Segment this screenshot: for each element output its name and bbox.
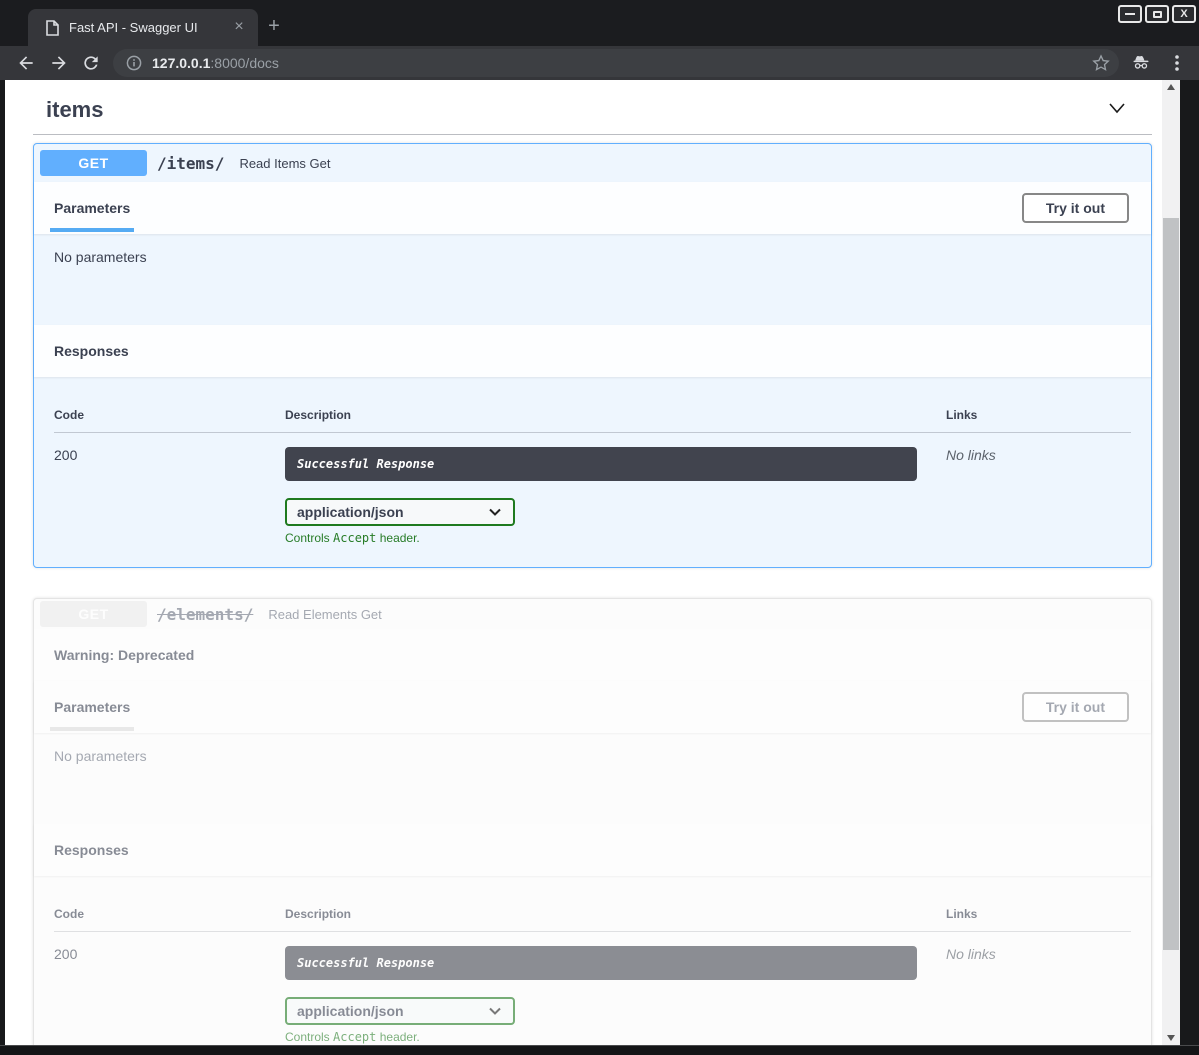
operation-path: /items/	[157, 154, 224, 173]
close-button[interactable]: X	[1172, 5, 1196, 23]
try-it-out-button[interactable]: Try it out	[1022, 692, 1129, 722]
scroll-up-button[interactable]	[1162, 80, 1180, 94]
code-column-header: Code	[54, 408, 285, 422]
response-description: Successful Response	[297, 457, 434, 471]
no-parameters-text: No parameters	[34, 733, 1151, 824]
window-border-bottom	[0, 1045, 1199, 1055]
chevron-down-icon[interactable]	[1106, 97, 1128, 124]
maximize-button[interactable]	[1145, 5, 1169, 23]
browser-menu-button[interactable]	[1168, 53, 1186, 73]
responses-header: Responses	[34, 325, 1151, 377]
reload-button[interactable]	[81, 53, 101, 73]
media-type-select[interactable]: application/json	[285, 997, 515, 1025]
code-column-header: Code	[54, 907, 285, 921]
response-description-box: Successful Response	[285, 946, 917, 980]
page-content: items GET /items/ Read Items Get Paramet…	[5, 80, 1162, 1045]
active-tab-underline	[50, 228, 134, 232]
select-chevron-icon	[489, 1007, 501, 1015]
media-type-value: application/json	[297, 504, 404, 520]
tag-title: items	[46, 97, 103, 123]
scroll-down-icon	[1167, 1035, 1175, 1041]
links-column-header: Links	[946, 907, 1131, 921]
tab-title: Fast API - Swagger UI	[69, 20, 230, 35]
table-row: 200 Successful Response application/json…	[54, 433, 1131, 545]
responses-table-head: Code Description Links	[54, 896, 1131, 932]
response-code: 200	[54, 447, 285, 545]
response-description-box: Successful Response	[285, 447, 917, 481]
method-badge: GET	[40, 601, 147, 627]
minimize-icon	[1125, 13, 1135, 15]
operation-path: /elements/	[157, 605, 253, 624]
scroll-up-icon	[1167, 84, 1175, 90]
browser-toolbar: 127.0.0.1:8000/docs	[0, 46, 1199, 80]
responses-table-head: Code Description Links	[54, 397, 1131, 433]
media-type-value: application/json	[297, 1003, 404, 1019]
links-column-header: Links	[946, 408, 1131, 422]
method-badge: GET	[40, 150, 147, 176]
select-chevron-icon	[489, 508, 501, 516]
operation-summary[interactable]: GET /elements/ Read Elements Get	[34, 599, 1151, 629]
no-parameters-text: No parameters	[34, 234, 1151, 325]
section-divider	[33, 134, 1152, 135]
response-description: Successful Response	[297, 956, 434, 970]
minimize-button[interactable]	[1118, 5, 1142, 23]
forward-icon	[49, 53, 69, 73]
star-icon	[1091, 53, 1111, 73]
try-it-out-button[interactable]: Try it out	[1022, 193, 1129, 223]
responses-table: Code Description Links 200 Successful Re…	[54, 896, 1131, 1044]
new-tab-button[interactable]: +	[263, 16, 285, 38]
forward-button[interactable]	[49, 53, 69, 73]
reload-icon	[81, 53, 101, 73]
address-bar[interactable]: 127.0.0.1:8000/docs	[113, 49, 1119, 77]
media-type-select[interactable]: application/json	[285, 498, 515, 526]
operation-description: Read Elements Get	[268, 607, 381, 622]
operation-summary[interactable]: GET /items/ Read Items Get	[34, 144, 1151, 182]
window-controls: X	[1118, 5, 1196, 23]
description-column-header: Description	[285, 907, 946, 921]
response-links: No links	[946, 447, 1131, 545]
opblock-get-elements-deprecated: GET /elements/ Read Elements Get Warning…	[33, 598, 1152, 1045]
opblock-get-items: GET /items/ Read Items Get Parameters Tr…	[33, 143, 1152, 568]
active-tab-underline	[50, 727, 134, 731]
parameters-title: Parameters	[54, 699, 130, 715]
window-border-right	[1180, 80, 1199, 1055]
parameters-header: Parameters Try it out	[34, 182, 1151, 234]
responses-header: Responses	[34, 824, 1151, 876]
url-path: :8000/docs	[210, 55, 279, 71]
responses-title: Responses	[54, 343, 129, 359]
back-button[interactable]	[16, 53, 36, 73]
parameters-title: Parameters	[54, 200, 130, 216]
parameters-header: Parameters Try it out	[34, 681, 1151, 733]
tag-section-header[interactable]: items	[33, 88, 1152, 126]
back-icon	[16, 53, 36, 73]
accept-header-note: Controls Accept header.	[285, 531, 946, 545]
browser-tab[interactable]: Fast API - Swagger UI ×	[28, 9, 258, 46]
operation-description: Read Items Get	[239, 156, 330, 171]
bookmark-button[interactable]	[1091, 53, 1111, 73]
scroll-down-button[interactable]	[1162, 1031, 1180, 1045]
menu-dots-icon	[1168, 53, 1186, 73]
responses-table: Code Description Links 200 Successful Re…	[54, 397, 1131, 545]
scrollbar-thumb[interactable]	[1163, 218, 1179, 950]
description-column-header: Description	[285, 408, 946, 422]
maximize-icon	[1153, 11, 1162, 18]
info-icon[interactable]	[126, 55, 142, 71]
response-code: 200	[54, 946, 285, 1044]
deprecated-warning: Warning: Deprecated	[34, 629, 1151, 681]
page-scrollbar[interactable]	[1162, 80, 1180, 1045]
incognito-icon	[1131, 53, 1151, 73]
tab-strip: Fast API - Swagger UI × + X	[0, 0, 1199, 46]
page-favicon-icon	[46, 20, 59, 36]
responses-title: Responses	[54, 842, 129, 858]
url-host: 127.0.0.1	[152, 55, 210, 71]
response-links: No links	[946, 946, 1131, 1044]
accept-header-note: Controls Accept header.	[285, 1030, 946, 1044]
tab-close-icon[interactable]: ×	[230, 19, 248, 37]
table-row: 200 Successful Response application/json…	[54, 932, 1131, 1044]
